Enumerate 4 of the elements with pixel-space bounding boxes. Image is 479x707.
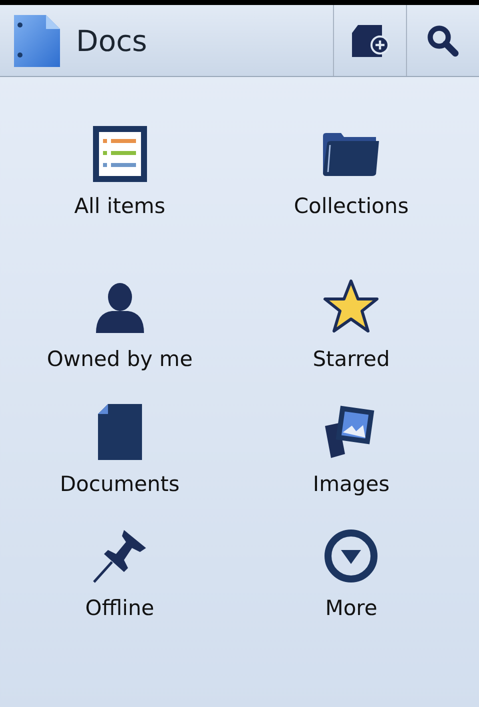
docs-logo-icon <box>12 12 62 68</box>
search-icon <box>426 24 460 58</box>
app-title: Docs <box>76 24 148 58</box>
new-document-icon <box>350 22 390 58</box>
